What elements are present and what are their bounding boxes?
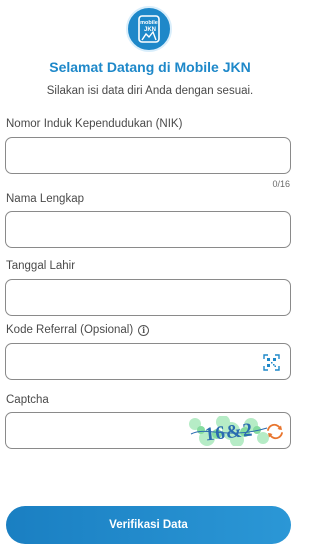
qr-scan-icon[interactable]	[263, 354, 280, 371]
refresh-icon[interactable]	[266, 423, 284, 440]
nik-input[interactable]	[6, 138, 290, 173]
captcha-label-text: Captcha	[6, 394, 49, 406]
name-field[interactable]	[5, 211, 291, 248]
mobile-jkn-logo-icon: mobile JKN	[138, 15, 160, 43]
captcha-image: 16&2	[187, 416, 270, 446]
name-label-text: Nama Lengkap	[6, 193, 84, 205]
dob-label-text: Tanggal Lahir	[6, 260, 76, 272]
nik-char-counter: 0/16	[272, 179, 290, 189]
page-subtitle: Silakan isi data diri Anda dengan sesuai…	[46, 85, 254, 97]
dob-input[interactable]	[6, 280, 290, 315]
name-label: Nama Lengkap	[6, 193, 84, 205]
captcha-field[interactable]: 16&2	[5, 412, 291, 449]
nik-label: Nomor Induk Kependudukan (NIK)	[6, 118, 182, 130]
referral-label: Kode Referral (Opsional) i	[6, 324, 150, 336]
verify-data-button[interactable]: Verifikasi Data	[6, 506, 291, 544]
name-input[interactable]	[6, 212, 290, 247]
svg-text:JKN: JKN	[144, 27, 156, 33]
dob-field[interactable]	[5, 279, 291, 316]
info-icon[interactable]: i	[138, 324, 150, 336]
referral-label-text: Kode Referral (Opsional)	[6, 324, 134, 336]
nik-field[interactable]	[5, 137, 291, 174]
referral-field[interactable]	[5, 343, 291, 380]
svg-text:mobile: mobile	[140, 20, 158, 26]
page-title: Selamat Datang di Mobile JKN	[49, 59, 251, 75]
captcha-label: Captcha	[6, 394, 49, 406]
mobile-jkn-logo: mobile JKN	[126, 6, 172, 52]
nik-label-text: Nomor Induk Kependudukan (NIK)	[6, 118, 183, 130]
referral-input[interactable]	[6, 344, 290, 379]
captcha-input[interactable]	[6, 413, 176, 448]
dob-label: Tanggal Lahir	[6, 260, 75, 272]
